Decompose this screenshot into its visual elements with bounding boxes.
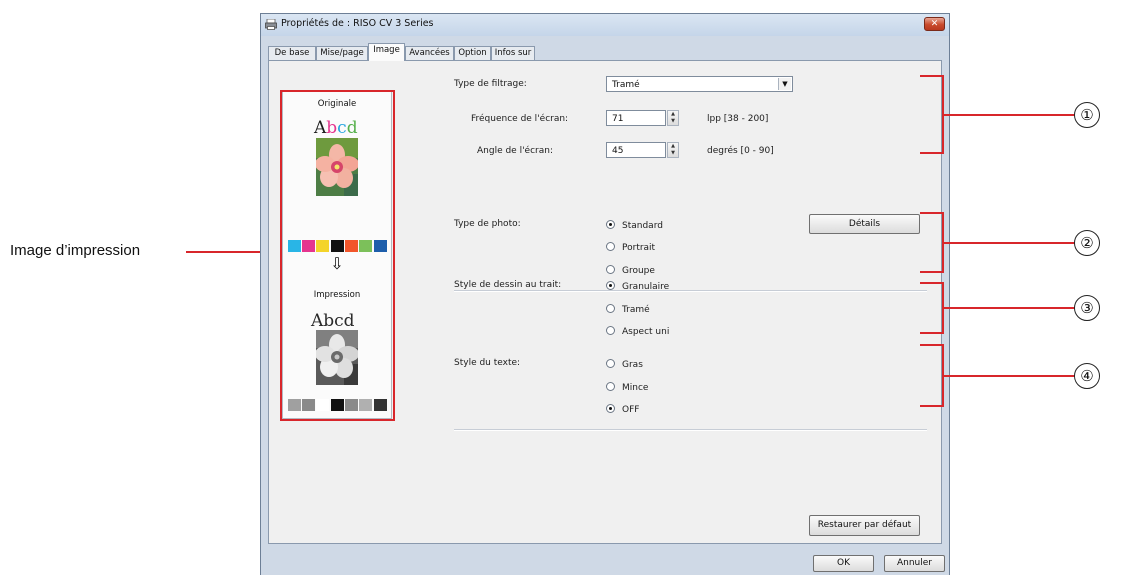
radio-text-mince[interactable]: Mince [606, 382, 648, 393]
screen-frequency-input[interactable]: 71 [606, 110, 666, 126]
window-title: Propriétés de : RISO CV 3 Series [281, 18, 434, 29]
radio-photo-groupe[interactable]: Groupe [606, 265, 655, 276]
screen-frequency-label: Fréquence de l'écran: [471, 114, 569, 124]
callout-bracket-3 [920, 282, 944, 334]
radio-photo-portrait[interactable]: Portrait [606, 242, 655, 253]
callout-line-4 [942, 375, 1075, 377]
filter-type-value: Tramé [612, 80, 640, 90]
tab-option[interactable]: Option [454, 46, 491, 60]
radio-button[interactable] [606, 220, 615, 229]
frequency-stepper[interactable]: ▲ ▼ [667, 110, 679, 126]
screen-angle-input[interactable]: 45 [606, 142, 666, 158]
cancel-button[interactable]: Annuler [884, 555, 945, 572]
radio-text-gras[interactable]: Gras [606, 359, 643, 370]
chevron-down-icon[interactable]: ▼ [778, 78, 791, 90]
divider [454, 290, 927, 292]
restore-defaults-button[interactable]: Restaurer par défaut [809, 515, 920, 536]
ok-button[interactable]: OK [813, 555, 874, 572]
radio-label: OFF [622, 405, 640, 415]
callout-1: ① [1074, 102, 1100, 128]
radio-label: Portrait [622, 243, 656, 253]
callout-bracket-2 [920, 212, 944, 273]
radio-line-aspect-uni[interactable]: Aspect uni [606, 326, 669, 337]
callout-bracket-4 [920, 344, 944, 407]
stepper-down-icon[interactable]: ▼ [668, 118, 678, 125]
radio-button[interactable] [606, 304, 615, 313]
callout-4: ④ [1074, 363, 1100, 389]
radio-label: Aspect uni [622, 327, 670, 337]
filter-type-label: Type de filtrage: [454, 79, 527, 89]
callout-bracket-1 [920, 75, 944, 154]
radio-label: Groupe [622, 266, 655, 276]
radio-line-trame[interactable]: Tramé [606, 304, 650, 315]
image-impression-annotation: Image d’impression [10, 242, 141, 259]
frequency-range: lpp [38 - 200] [707, 114, 769, 124]
screen-angle-label: Angle de l'écran: [477, 146, 553, 156]
radio-label: Mince [622, 383, 649, 393]
radio-label: Gras [622, 360, 643, 370]
line-style-label: Style de dessin au trait: [454, 280, 562, 290]
radio-button[interactable] [606, 281, 615, 290]
stepper-up-icon[interactable]: ▲ [668, 143, 678, 150]
tab-de-base[interactable]: De base [268, 46, 316, 60]
filter-type-select[interactable]: Tramé ▼ [606, 76, 793, 92]
radio-label: Granulaire [622, 282, 670, 292]
angle-stepper[interactable]: ▲ ▼ [667, 142, 679, 158]
tab-infos-sur[interactable]: Infos sur [491, 46, 535, 60]
radio-button[interactable] [606, 404, 615, 413]
callout-2: ② [1074, 230, 1100, 256]
angle-range: degrés [0 - 90] [707, 146, 774, 156]
radio-button[interactable] [606, 326, 615, 335]
stepper-down-icon[interactable]: ▼ [668, 150, 678, 157]
tab-image[interactable]: Image [368, 43, 405, 61]
tab-avancees[interactable]: Avancées [405, 46, 454, 60]
radio-button[interactable] [606, 242, 615, 251]
tab-strip: De base Mise/page Image Avancées Option … [261, 43, 949, 61]
text-style-label: Style du texte: [454, 358, 521, 368]
radio-photo-standard[interactable]: Standard [606, 220, 663, 231]
radio-label: Standard [622, 221, 663, 231]
preview-highlight-box [280, 90, 395, 421]
radio-button[interactable] [606, 382, 615, 391]
details-button[interactable]: Détails [809, 214, 920, 234]
callout-3: ③ [1074, 295, 1100, 321]
callout-line-2 [942, 242, 1075, 244]
radio-button[interactable] [606, 265, 615, 274]
radio-text-off[interactable]: OFF [606, 404, 639, 415]
radio-label: Tramé [622, 305, 650, 315]
title-bar: Propriétés de : RISO CV 3 Series ✕ [261, 14, 949, 36]
tab-mise-page[interactable]: Mise/page [316, 46, 368, 60]
callout-line-3 [942, 307, 1075, 309]
callout-line-1 [942, 114, 1075, 116]
radio-button[interactable] [606, 359, 615, 368]
radio-line-granulaire[interactable]: Granulaire [606, 281, 669, 292]
stepper-up-icon[interactable]: ▲ [668, 111, 678, 118]
divider [454, 429, 927, 431]
photo-type-label: Type de photo: [454, 219, 521, 229]
printer-icon [265, 19, 277, 30]
close-button[interactable]: ✕ [924, 17, 945, 31]
